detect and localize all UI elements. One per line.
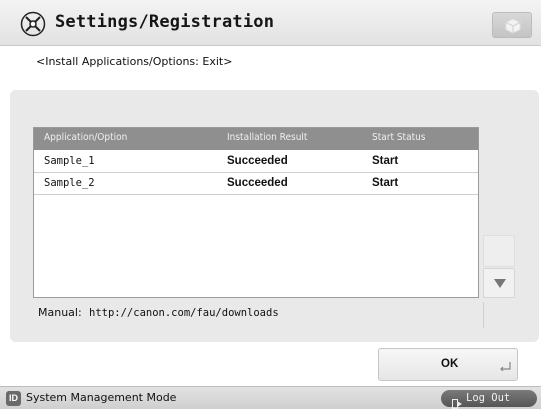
id-badge: ID — [6, 391, 21, 406]
enter-corner-icon — [499, 356, 511, 375]
column-header-status: Start Status — [372, 132, 426, 143]
scroll-up-button[interactable] — [483, 235, 515, 267]
ok-button[interactable]: OK — [378, 348, 518, 381]
table-row[interactable]: Sample_2 Succeeded Start — [34, 173, 478, 195]
row-application-name: Sample_2 — [44, 177, 95, 189]
column-header-result: Installation Result — [227, 132, 308, 143]
scroll-down-button[interactable] — [483, 268, 515, 298]
table-row[interactable]: Sample_1 Succeeded Start — [34, 151, 478, 173]
logout-button[interactable]: Log Out — [441, 390, 537, 409]
row-installation-result: Succeeded — [227, 177, 288, 189]
settings-wrench-icon — [20, 11, 46, 37]
row-start-status: Start — [372, 177, 399, 189]
application-list: Application/Option Installation Result S… — [33, 127, 479, 298]
cube-button[interactable] — [492, 12, 532, 38]
manual-url: http://canon.com/fau/downloads — [89, 307, 279, 319]
list-header: Application/Option Installation Result S… — [34, 128, 478, 150]
row-start-status: Start — [372, 155, 399, 167]
ok-button-label: OK — [441, 358, 459, 370]
column-header-application: Application/Option — [44, 132, 128, 143]
row-installation-result: Succeeded — [227, 155, 288, 167]
manual-label: Manual: — [38, 306, 82, 319]
row-application-name: Sample_1 — [44, 155, 95, 167]
mode-label: System Management Mode — [26, 391, 177, 404]
status-bar: ID System Management Mode Log Out — [0, 386, 541, 409]
screen: Settings/Registration <Install Applicati… — [0, 0, 541, 409]
logout-label: Log Out — [466, 392, 511, 404]
screen-subtitle: <Install Applications/Options: Exit> — [36, 55, 233, 68]
divider — [483, 302, 484, 328]
page-title: Settings/Registration — [55, 12, 275, 32]
logout-icon — [452, 394, 463, 409]
header-bar: Settings/Registration — [0, 0, 541, 46]
